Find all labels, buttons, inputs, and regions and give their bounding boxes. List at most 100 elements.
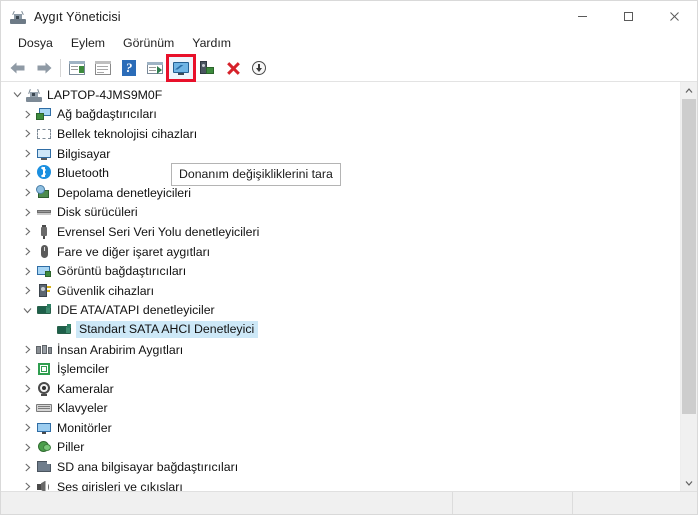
chevron-right-icon[interactable] xyxy=(19,185,35,201)
tree-item-ide-ata-atapi-controllers[interactable]: IDE ATA/ATAPI denetleyiciler xyxy=(1,301,680,321)
tree-item-label: Disk sürücüleri xyxy=(57,205,138,220)
tree-item-label-selected: Standart SATA AHCI Denetleyici xyxy=(76,321,259,339)
menu-gorunum[interactable]: Görünüm xyxy=(114,34,183,53)
tree-item-security-devices[interactable]: Güvenlik cihazları xyxy=(1,281,680,301)
chevron-right-icon[interactable] xyxy=(19,126,35,142)
chevron-right-icon[interactable] xyxy=(19,459,35,475)
tree-item-disk-drives[interactable]: Disk sürücüleri xyxy=(1,203,680,223)
device-tree[interactable]: LAPTOP-4JMS9M0F Ağ bağdaştırıcıları Bell… xyxy=(1,82,680,491)
tree-item-label: Görüntü bağdaştırıcıları xyxy=(57,264,187,279)
mouse-icon xyxy=(35,244,52,260)
tree-item-processors[interactable]: İşlemciler xyxy=(1,359,680,379)
tree-item-label: İşlemciler xyxy=(57,362,109,377)
scrollbar-thumb[interactable] xyxy=(682,99,696,414)
tree-item-network-adapters[interactable]: Ağ bağdaştırıcıları xyxy=(1,105,680,125)
vertical-scrollbar[interactable] xyxy=(680,82,697,491)
tree-item-label: Evrensel Seri Veri Yolu denetleyicileri xyxy=(57,224,260,239)
chevron-right-icon[interactable] xyxy=(19,106,35,122)
device-manager-icon xyxy=(10,9,26,25)
monitor-icon xyxy=(35,420,52,436)
status-cell-main xyxy=(1,492,452,514)
tree-item-label: Monitörler xyxy=(57,420,112,435)
tree-item-sd-host-adapters[interactable]: SD ana bilgisayar bağdaştırıcıları xyxy=(1,457,680,477)
menu-yardim[interactable]: Yardım xyxy=(183,34,240,53)
tree-item-monitors[interactable]: Monitörler xyxy=(1,418,680,438)
window-title: Aygıt Yöneticisi xyxy=(34,9,121,24)
tree-item-display-adapters[interactable]: Görüntü bağdaştırıcıları xyxy=(1,261,680,281)
chevron-right-icon[interactable] xyxy=(19,224,35,240)
device-manager-window: Aygıt Yöneticisi Dosya Eylem Görünüm Yar… xyxy=(0,0,698,515)
toolbar-separator xyxy=(60,58,61,77)
help-button[interactable]: ? xyxy=(116,56,142,80)
chevron-right-icon[interactable] xyxy=(19,361,35,377)
tree-item-label: Bilgisayar xyxy=(57,146,111,161)
download-circle-icon xyxy=(250,59,268,77)
scroll-down-button[interactable] xyxy=(681,474,697,491)
chevron-right-icon[interactable] xyxy=(19,420,35,436)
tree-item-audio-inputs-outputs[interactable]: Ses girişleri ve çıkışları xyxy=(1,477,680,491)
show-devices-button[interactable] xyxy=(142,56,168,80)
minimize-button[interactable] xyxy=(559,1,605,32)
properties-button[interactable] xyxy=(64,56,90,80)
back-button[interactable] xyxy=(5,56,31,80)
tree-item-mice-pointing-devices[interactable]: Fare ve diğer işaret aygıtları xyxy=(1,242,680,262)
tree-item-label: SD ana bilgisayar bağdaştırıcıları xyxy=(57,460,239,475)
chevron-right-icon[interactable] xyxy=(19,263,35,279)
menu-dosya[interactable]: Dosya xyxy=(9,34,62,53)
memory-technology-icon xyxy=(35,126,52,142)
tree-item-label: Fare ve diğer işaret aygıtları xyxy=(57,244,211,259)
properties-icon xyxy=(68,59,86,77)
tree-item-label: Depolama denetleyicileri xyxy=(57,185,191,200)
computer-root-icon xyxy=(25,87,42,103)
chevron-down-icon[interactable] xyxy=(9,87,25,103)
uninstall-device-button[interactable] xyxy=(194,56,220,80)
ide-controller-icon xyxy=(35,302,52,318)
camera-icon xyxy=(35,381,52,397)
chevron-right-icon[interactable] xyxy=(19,479,35,491)
bluetooth-icon xyxy=(35,165,52,181)
chevron-right-icon[interactable] xyxy=(19,165,35,181)
disable-device-icon xyxy=(224,59,242,77)
chevron-right-icon[interactable] xyxy=(19,400,35,416)
tree-item-standard-sata-ahci-controller[interactable]: Standart SATA AHCI Denetleyici xyxy=(1,320,680,340)
tree-item-memory-technology-devices[interactable]: Bellek teknolojisi cihazları xyxy=(1,124,680,144)
tree-item-human-interface-devices[interactable]: İnsan Arabirim Aygıtları xyxy=(1,340,680,360)
chevron-right-icon[interactable] xyxy=(19,204,35,220)
tree-root-label: LAPTOP-4JMS9M0F xyxy=(47,87,163,102)
audio-io-icon xyxy=(35,479,52,491)
menu-eylem[interactable]: Eylem xyxy=(62,34,114,53)
tree-item-batteries[interactable]: Piller xyxy=(1,438,680,458)
tree-item-usb-controllers[interactable]: Evrensel Seri Veri Yolu denetleyicileri xyxy=(1,222,680,242)
tree-item-cameras[interactable]: Kameralar xyxy=(1,379,680,399)
chevron-right-icon[interactable] xyxy=(19,439,35,455)
battery-icon xyxy=(35,439,52,455)
tree-item-label: Bluetooth xyxy=(57,166,109,181)
scan-hardware-changes-button[interactable] xyxy=(166,53,196,82)
maximize-button[interactable] xyxy=(605,1,651,32)
uninstall-device-icon xyxy=(198,59,216,77)
close-button[interactable] xyxy=(651,1,697,32)
tree-root-row[interactable]: LAPTOP-4JMS9M0F xyxy=(1,85,680,105)
chevron-right-icon[interactable] xyxy=(19,342,35,358)
chevron-right-icon[interactable] xyxy=(19,146,35,162)
status-bar xyxy=(1,491,697,514)
tree-item-label: Klavyeler xyxy=(57,401,108,416)
update-driver-button[interactable] xyxy=(90,56,116,80)
enable-device-button[interactable] xyxy=(246,56,272,80)
menu-bar: Dosya Eylem Görünüm Yardım xyxy=(1,32,697,54)
chevron-right-icon[interactable] xyxy=(19,283,35,299)
chevron-down-icon[interactable] xyxy=(19,302,35,318)
tree-item-keyboards[interactable]: Klavyeler xyxy=(1,399,680,419)
chevron-right-icon[interactable] xyxy=(19,381,35,397)
tree-item-computer[interactable]: Bilgisayar xyxy=(1,144,680,164)
processor-icon xyxy=(35,361,52,377)
chevron-right-icon[interactable] xyxy=(19,244,35,260)
tree-item-label: Ses girişleri ve çıkışları xyxy=(57,479,183,491)
tree-item-label: Güvenlik cihazları xyxy=(57,283,155,298)
forward-button[interactable] xyxy=(31,56,57,80)
help-icon: ? xyxy=(120,59,138,77)
disable-device-button[interactable] xyxy=(220,56,246,80)
scroll-up-button[interactable] xyxy=(681,82,697,99)
title-bar: Aygıt Yöneticisi xyxy=(1,1,697,32)
scrollbar-track[interactable] xyxy=(681,99,697,474)
